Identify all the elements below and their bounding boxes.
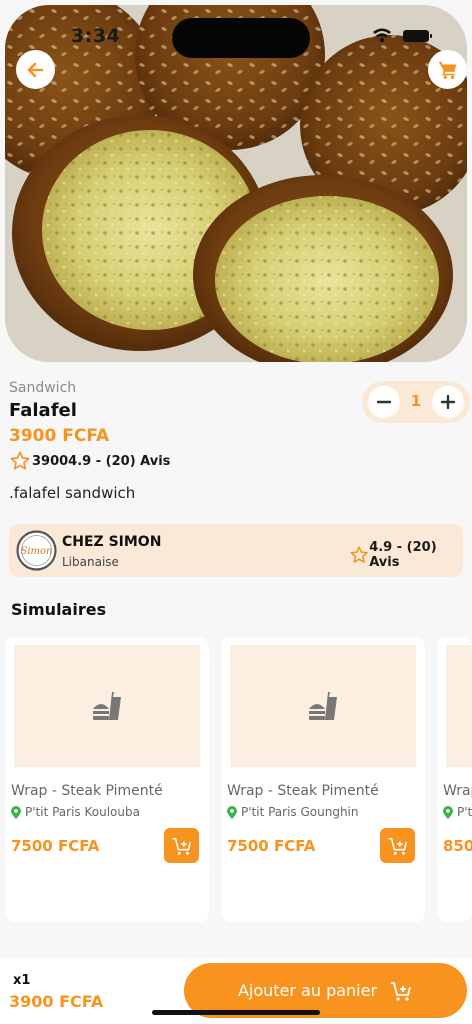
shop-logo-image: Simon: [16, 530, 57, 571]
similar-item-card[interactable]: Wrap - Steak Pimenté P'tit Paris Kouloub…: [5, 637, 209, 922]
map-pin-icon: [443, 805, 453, 819]
status-time: 3:34: [71, 25, 121, 47]
add-to-cart-button[interactable]: [164, 828, 199, 863]
wifi-icon: [373, 28, 391, 43]
similar-item-image: [230, 645, 416, 767]
shop-logo: Simon: [16, 530, 57, 571]
cart-total: 3900 FCFA: [9, 992, 104, 1011]
shop-cuisine: Libanaise: [62, 555, 119, 569]
status-icons: [373, 28, 432, 43]
product-price: 3900 FCFA: [9, 426, 110, 446]
similar-item-card[interactable]: Wrap - Steak Pimenté P'tit Paris Gounghi…: [221, 637, 425, 922]
fast-food-icon: [309, 692, 337, 720]
cart-button[interactable]: [428, 50, 467, 89]
similar-item-location-text: P'tit Paris Gounghin: [241, 805, 359, 819]
star-icon: [10, 451, 30, 470]
battery-icon: [403, 30, 432, 42]
quantity-stepper: 1: [362, 381, 470, 423]
similar-item-image: [14, 645, 200, 767]
arrow-left-icon: [27, 62, 43, 77]
fast-food-icon: [93, 692, 121, 720]
product-rating: 39004.9 - (20) Avis: [9, 450, 170, 472]
shop-rating-text: 4.9 - (20) Avis: [369, 540, 437, 570]
plus-icon: [440, 394, 456, 410]
shop-rating: 4.9 - (20) Avis: [349, 540, 463, 570]
map-pin-icon: [11, 805, 21, 819]
similar-item-price: 8500 FCFA: [443, 837, 472, 855]
similar-item-location-text: P'tit Paris Koulouba: [25, 805, 140, 819]
similar-item-price: 7500 FCFA: [227, 837, 316, 855]
similar-item-card[interactable]: Wrap - Steak Pimenté P'tit Paris Kouloub…: [437, 637, 472, 922]
add-to-cart-label: Ajouter au panier: [237, 981, 378, 1000]
similar-item-location-text: P'tit Paris Koulouba: [457, 805, 472, 819]
product-description: .falafel sandwich: [9, 484, 136, 502]
similar-item-location: P'tit Paris Koulouba: [443, 805, 472, 819]
similar-item-title: Wrap - Steak Pimenté: [227, 783, 379, 799]
back-button[interactable]: [16, 50, 55, 89]
similar-item-location: P'tit Paris Gounghin: [227, 805, 359, 819]
similar-item-location: P'tit Paris Koulouba: [11, 805, 140, 819]
minus-icon: [376, 400, 392, 404]
add-to-cart-button[interactable]: [380, 828, 415, 863]
similar-section-title: Simulaires: [11, 600, 107, 619]
star-icon: [350, 546, 368, 563]
similar-item-title: Wrap - Steak Pimenté: [11, 783, 163, 799]
product-rating-text: 39004.9 - (20) Avis: [32, 453, 171, 469]
cart-plus-icon: [388, 837, 407, 855]
product-image: 3:34: [5, 5, 467, 362]
similar-item-image: [446, 645, 472, 767]
quantity-value: 1: [410, 392, 422, 410]
cart-plus-icon: [172, 837, 191, 855]
similar-item-title: Wrap - Steak Pimenté: [443, 783, 472, 799]
cart-icon: [438, 61, 456, 79]
falafel-photo: [5, 5, 467, 362]
product-name: Falafel: [9, 400, 77, 421]
shop-logo-text: Simon: [21, 546, 53, 557]
decrease-quantity-button[interactable]: [368, 386, 400, 418]
cart-plus-icon: [391, 981, 411, 1001]
similar-item-price: 7500 FCFA: [11, 837, 100, 855]
dynamic-island: [172, 18, 310, 58]
product-category: Sandwich: [9, 380, 77, 396]
shop-card[interactable]: Simon CHEZ SIMON Libanaise 4.9 - (20) Av…: [9, 524, 463, 577]
home-indicator: [152, 1010, 320, 1015]
map-pin-icon: [227, 805, 237, 819]
shop-name: CHEZ SIMON: [62, 534, 162, 550]
increase-quantity-button[interactable]: [432, 386, 464, 418]
cart-quantity: x1: [13, 973, 31, 988]
